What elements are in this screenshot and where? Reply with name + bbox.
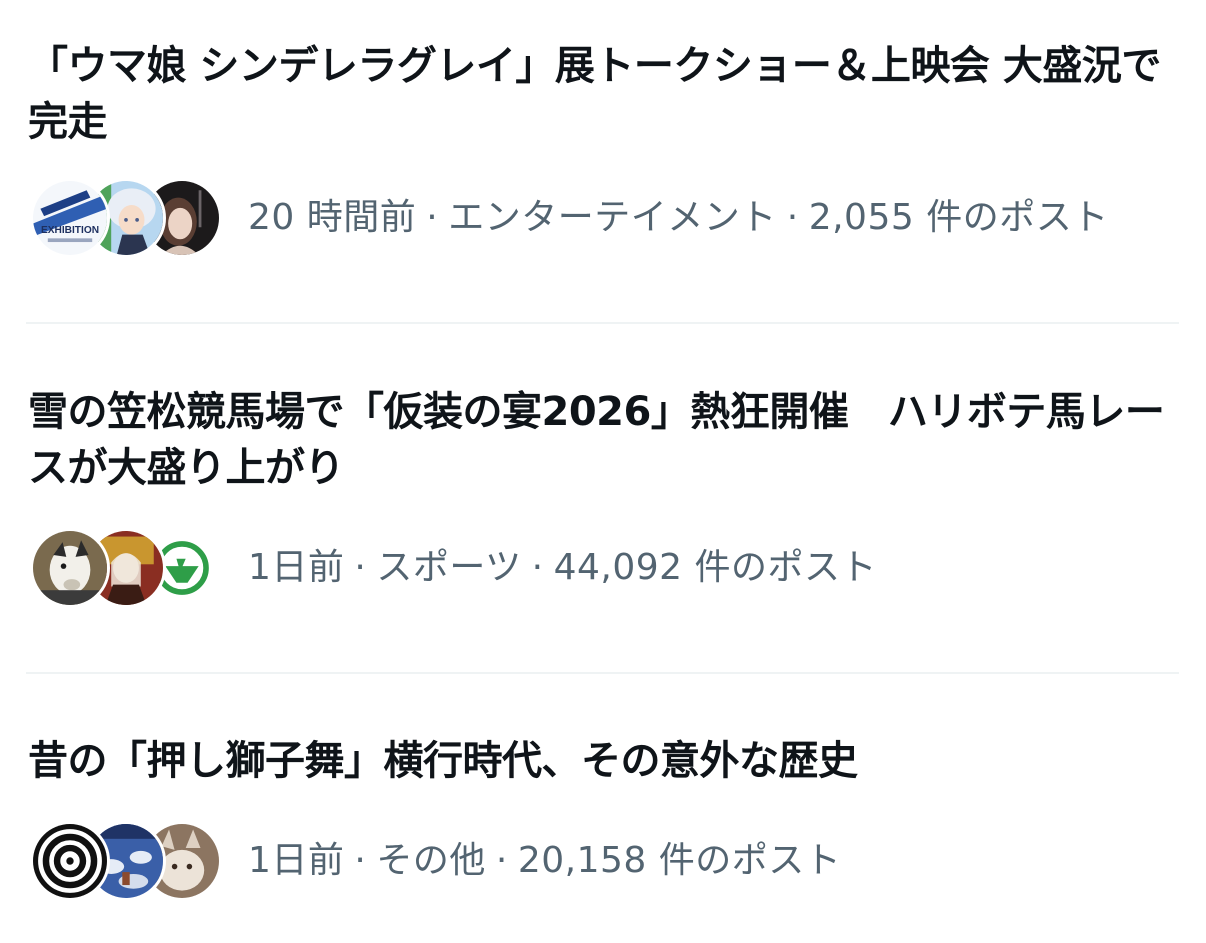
news-headline[interactable]: 「ウマ娘 シンデレラグレイ」展トークショー＆上映会 大盛況で完走 xyxy=(28,38,1178,150)
news-meta: 20 時間前 · エンターテイメント · 2,055 件のポスト xyxy=(248,198,1109,238)
news-item[interactable]: 雪の笠松競馬場で「仮装の宴2026」熱狂開催 ハリボテ馬レースが大盛り上がり 1… xyxy=(0,324,1206,672)
meta-separator: · xyxy=(354,547,367,588)
meta-separator: · xyxy=(786,197,799,238)
news-time: 1日前 xyxy=(248,547,345,588)
news-meta: 1日前 · スポーツ · 44,092 件のポスト xyxy=(248,548,877,588)
avatar-group xyxy=(30,527,222,609)
news-meta-row: 1日前 · スポーツ · 44,092 件のポスト xyxy=(30,527,877,609)
news-category: スポーツ xyxy=(376,547,522,588)
meta-separator: · xyxy=(495,840,508,881)
spiral-avatar xyxy=(30,821,110,901)
news-item[interactable]: 昔の「押し獅子舞」横行時代、その意外な歴史 1日前 · その他 · 20,158… xyxy=(0,674,1206,943)
meta-separator: · xyxy=(531,547,544,588)
news-post-count: 20,158 件のポスト xyxy=(517,840,842,881)
news-post-count: 2,055 件のポスト xyxy=(808,197,1109,238)
avatar-group xyxy=(30,820,222,902)
news-meta-row: 1日前 · その他 · 20,158 件のポスト xyxy=(30,820,841,902)
trending-news-feed: 「ウマ娘 シンデレラグレイ」展トークショー＆上映会 大盛況で完走 EXHIBIT… xyxy=(0,0,1206,943)
news-category: その他 xyxy=(376,840,486,881)
news-time: 1日前 xyxy=(248,840,345,881)
news-category: エンターテイメント xyxy=(448,197,777,238)
exhibition-poster-avatar: EXHIBITION xyxy=(30,178,110,258)
meta-separator: · xyxy=(426,197,439,238)
news-headline[interactable]: 雪の笠松競馬場で「仮装の宴2026」熱狂開催 ハリボテ馬レースが大盛り上がり xyxy=(28,384,1178,496)
news-meta: 1日前 · その他 · 20,158 件のポスト xyxy=(248,841,841,881)
news-time: 20 時間前 xyxy=(248,197,417,238)
meta-separator: · xyxy=(354,840,367,881)
avatar-group: EXHIBITION xyxy=(30,177,222,259)
news-item[interactable]: 「ウマ娘 シンデレラグレイ」展トークショー＆上映会 大盛況で完走 EXHIBIT… xyxy=(0,0,1206,322)
news-meta-row: EXHIBITION 20 時間前 · エンターテイメント · 2,055 件の… xyxy=(30,177,1109,259)
news-post-count: 44,092 件のポスト xyxy=(553,547,878,588)
exhibition-avatar-text: EXHIBITION xyxy=(41,225,99,236)
news-headline[interactable]: 昔の「押し獅子舞」横行時代、その意外な歴史 xyxy=(28,733,1178,789)
cartoon-horse-avatar xyxy=(30,528,110,608)
